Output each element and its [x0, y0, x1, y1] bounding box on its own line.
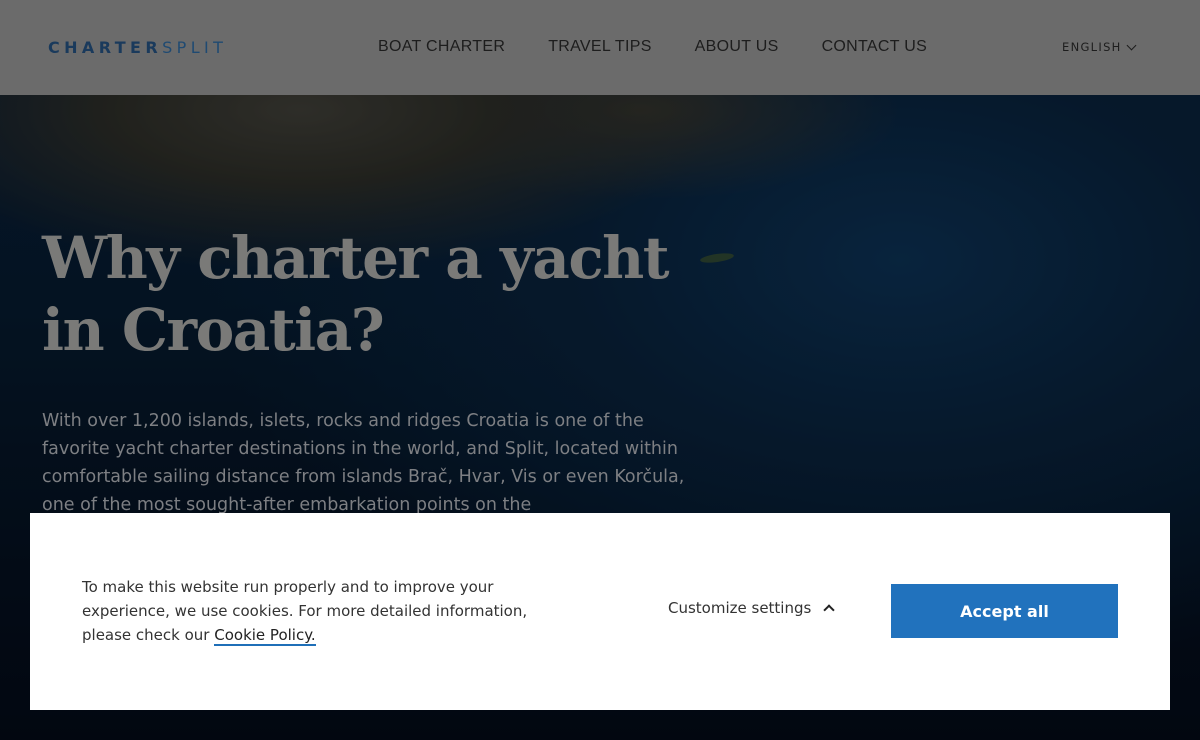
nav-boat-charter[interactable]: BOAT CHARTER	[378, 38, 505, 56]
site-header: CHARTERSPLIT BOAT CHARTER TRAVEL TIPS AB…	[0, 0, 1200, 95]
logo-part-split: SPLIT	[162, 38, 228, 57]
chevron-up-icon	[823, 604, 835, 616]
hero-title: Why charter a yacht in Croatia?	[42, 222, 682, 366]
customize-settings-label: Customize settings	[668, 599, 812, 617]
language-selector[interactable]: ENGLISH	[1062, 40, 1137, 54]
chevron-down-icon	[1126, 40, 1137, 50]
site-logo[interactable]: CHARTERSPLIT	[48, 38, 227, 57]
accept-all-button[interactable]: Accept all	[891, 584, 1118, 638]
nav-travel-tips[interactable]: TRAVEL TIPS	[548, 38, 651, 56]
hero-description: With over 1,200 islands, islets, rocks a…	[42, 411, 685, 515]
hero-title-line-2: in Croatia?	[42, 296, 385, 364]
hero-title-line-1: Why charter a yacht	[42, 224, 670, 292]
nav-contact-us[interactable]: CONTACT US	[822, 38, 928, 56]
logo-part-charter: CHARTER	[48, 38, 163, 57]
language-label: ENGLISH	[1062, 40, 1122, 54]
main-nav: BOAT CHARTER TRAVEL TIPS ABOUT US CONTAC…	[378, 38, 970, 56]
cookie-policy-link[interactable]: Cookie Policy.	[214, 626, 316, 646]
cookie-banner: To make this website run properly and to…	[30, 513, 1170, 710]
nav-about-us[interactable]: ABOUT US	[695, 38, 779, 56]
cookie-message: To make this website run properly and to…	[82, 575, 552, 647]
customize-settings-toggle[interactable]: Customize settings	[668, 599, 835, 617]
